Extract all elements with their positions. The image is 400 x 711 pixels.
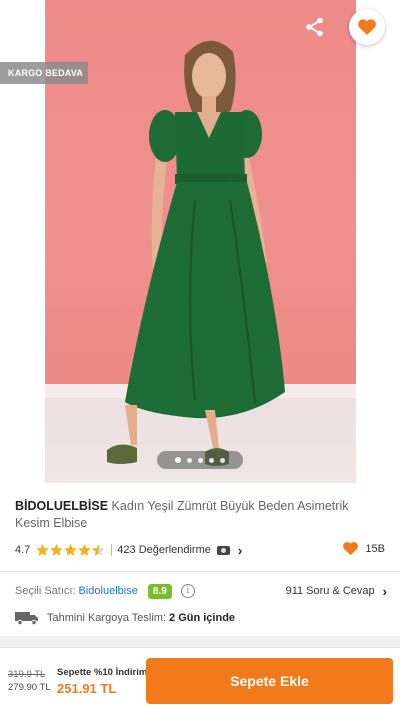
- bottom-action-bar: 319.9 TL 279.90 TL Sepette %10 İndirim 2…: [0, 647, 400, 711]
- back-button[interactable]: [10, 10, 44, 44]
- favorite-count-value: 15B: [365, 542, 385, 555]
- model-in-green-dress-image: [107, 40, 285, 466]
- rating-row: 4.7 423 Değerlendirme › 15B: [15, 541, 385, 559]
- rating-stars: [36, 544, 106, 556]
- star-icon: [36, 544, 50, 556]
- seller-name-link[interactable]: Bidoluelbise: [79, 585, 138, 597]
- product-photo[interactable]: [45, 0, 356, 483]
- seller-row: Seçili Satıcı: Bidoluelbise 8.9 i 911 So…: [15, 581, 387, 601]
- favorite-button[interactable]: [349, 9, 385, 45]
- brand-name[interactable]: BİDOLUELBİSE: [15, 499, 108, 513]
- star-icon: [64, 544, 78, 556]
- rating-score: 4.7: [15, 544, 31, 556]
- section-gap: [0, 636, 400, 647]
- pagination-dot[interactable]: [175, 457, 181, 463]
- share-icon: [306, 17, 323, 37]
- divider: [0, 571, 400, 572]
- heart-icon: [343, 542, 359, 556]
- product-title: BİDOLUELBİSE Kadın Yeşil Zümrüt Büyük Be…: [15, 498, 385, 532]
- pagination-dot[interactable]: [187, 457, 192, 463]
- separator: [111, 544, 113, 556]
- image-pagination[interactable]: [157, 451, 243, 469]
- star-icon: [78, 544, 92, 556]
- reviews-count: 423 Değerlendirme: [117, 544, 211, 556]
- seller-label: Seçili Satıcı:: [15, 585, 76, 597]
- star-half-icon: [92, 544, 106, 556]
- discounted-price: 279.90 TL: [8, 682, 51, 693]
- pagination-dot[interactable]: [209, 457, 214, 463]
- pagination-dot[interactable]: [220, 457, 225, 463]
- heart-icon: [358, 19, 376, 35]
- shipping-row: Tahmini Kargoya Teslim: 2 Gün içinde: [15, 609, 387, 627]
- chevron-right-icon: ›: [237, 542, 243, 558]
- free-shipping-badge: KARGO BEDAVA: [0, 62, 88, 84]
- final-price: 251.91 TL: [57, 681, 117, 696]
- share-button[interactable]: [298, 10, 332, 44]
- cart-discount-label: Sepette %10 İndirim: [57, 667, 148, 678]
- info-icon[interactable]: i: [180, 584, 195, 598]
- camera-icon: [216, 545, 230, 555]
- truck-icon: [15, 612, 38, 625]
- old-price: 319.9 TL: [8, 669, 46, 680]
- add-to-cart-button[interactable]: Sepete Ekle: [146, 658, 393, 704]
- reviews-link[interactable]: 423 Değerlendirme ›: [117, 543, 242, 558]
- seller-score-badge: 8.9: [147, 583, 172, 599]
- star-icon: [50, 544, 64, 556]
- pagination-dot[interactable]: [198, 457, 203, 463]
- shipping-value: 2 Gün içinde: [169, 612, 236, 624]
- chevron-right-icon: ›: [382, 583, 387, 599]
- questions-link[interactable]: 911 Soru & Cevap ›: [286, 581, 387, 601]
- shipping-label: Tahmini Kargoya Teslim:: [47, 612, 167, 624]
- product-image-gallery[interactable]: KARGO BEDAVA: [0, 0, 400, 483]
- favorite-count[interactable]: 15B: [342, 541, 385, 556]
- arrow-left-icon: [19, 20, 35, 34]
- questions-count: 911 Soru & Cevap: [285, 585, 375, 597]
